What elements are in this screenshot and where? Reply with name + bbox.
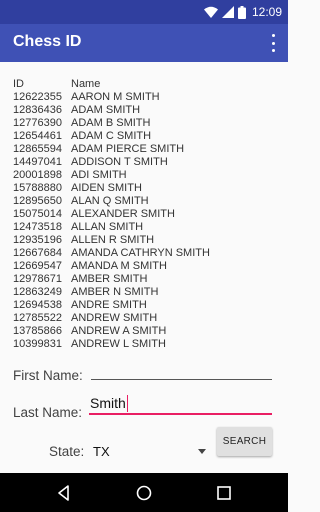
- recent-apps-icon[interactable]: [215, 484, 233, 502]
- last-name-input[interactable]: Smith: [89, 394, 272, 415]
- first-name-input[interactable]: [91, 364, 272, 380]
- result-id: 13785866: [13, 325, 62, 337]
- result-name: ALLEN R SMITH: [71, 234, 155, 246]
- first-name-label: First Name:: [13, 368, 83, 383]
- result-row[interactable]: 12863249 AMBER N SMITH: [13, 286, 275, 299]
- result-id: 12776390: [13, 117, 62, 129]
- result-row[interactable]: 12836436 ADAM SMITH: [13, 104, 275, 117]
- result-id: 12473518: [13, 221, 62, 233]
- result-id: 10399831: [13, 338, 62, 349]
- result-name: ADDISON T SMITH: [71, 156, 168, 168]
- results-list[interactable]: ID Name 12622355 AARON M SMITH 12836436 ADA…: [13, 78, 275, 349]
- result-id: 12863249: [13, 286, 62, 298]
- app-title: Chess ID: [13, 33, 82, 50]
- result-row[interactable]: 12978671 AMBER SMITH: [13, 273, 275, 286]
- text-cursor: [126, 395, 129, 412]
- result-name: ALLAN SMITH: [71, 221, 144, 233]
- result-id: 14497041: [13, 156, 62, 168]
- result-name: AMANDA M SMITH: [71, 260, 167, 272]
- result-id: 12935196: [13, 234, 62, 246]
- result-id: 12622355: [13, 91, 62, 103]
- app-bar: Chess ID: [0, 24, 288, 62]
- result-row[interactable]: 13785866 ANDREW A SMITH: [13, 325, 275, 338]
- result-row[interactable]: 12935196 ALLEN R SMITH: [13, 234, 275, 247]
- result-id: 12667684: [13, 247, 62, 259]
- result-name: AIDEN SMITH: [71, 182, 142, 194]
- result-name: ANDREW SMITH: [71, 312, 158, 324]
- result-id: 20001898: [13, 169, 62, 181]
- status-time: 12:09: [251, 5, 282, 19]
- result-name: ALEXANDER SMITH: [71, 208, 175, 220]
- result-row[interactable]: 12895650 ALAN Q SMITH: [13, 195, 275, 208]
- result-id: 12654461: [13, 130, 62, 142]
- status-icons: 12:09: [203, 4, 282, 20]
- result-row[interactable]: 12694538 ANDRE SMITH: [13, 299, 275, 312]
- result-row[interactable]: 12667684 AMANDA CATHRYN SMITH: [13, 247, 275, 260]
- column-header-name: Name: [71, 78, 101, 90]
- result-row[interactable]: 12622355 AARON M SMITH: [13, 91, 275, 104]
- result-name: ALAN Q SMITH: [71, 195, 149, 207]
- result-id: 15075014: [13, 208, 62, 220]
- last-name-value: Smith: [90, 395, 126, 411]
- last-name-label: Last Name:: [13, 405, 83, 420]
- result-row[interactable]: 20001898 ADI SMITH: [13, 169, 275, 182]
- result-id: 12865594: [13, 143, 62, 155]
- result-row[interactable]: 15075014 ALEXANDER SMITH: [13, 208, 275, 221]
- wifi-icon: [203, 6, 218, 18]
- result-name: AMBER SMITH: [71, 273, 148, 285]
- result-row[interactable]: 12865594 ADAM PIERCE SMITH: [13, 143, 275, 156]
- result-name: ADAM PIERCE SMITH: [71, 143, 185, 155]
- state-label: State:: [49, 444, 85, 459]
- results-rows: 12622355 AARON M SMITH 12836436 ADAM SMITH 1…: [13, 91, 275, 349]
- result-name: AMANDA CATHRYN SMITH: [71, 247, 210, 259]
- result-id: 12895650: [13, 195, 62, 207]
- result-id: 12978671: [13, 273, 62, 285]
- column-header-id: ID: [13, 78, 24, 90]
- result-name: ADI SMITH: [71, 169, 127, 181]
- search-button[interactable]: SEARCH: [217, 427, 272, 456]
- result-id: 15788880: [13, 182, 62, 194]
- more-vert-icon[interactable]: [268, 34, 278, 52]
- results-header: ID Name: [13, 78, 275, 91]
- result-name: AARON M SMITH: [71, 91, 160, 103]
- battery-icon: [237, 5, 246, 19]
- result-name: ANDREW A SMITH: [71, 325, 167, 337]
- result-row[interactable]: 15788880 AIDEN SMITH: [13, 182, 275, 195]
- dropdown-arrow-icon: [198, 449, 206, 454]
- result-row[interactable]: 10399831 ANDREW L SMITH: [13, 338, 275, 349]
- result-row[interactable]: 12669547 AMANDA M SMITH: [13, 260, 275, 273]
- result-name: ADAM SMITH: [71, 104, 141, 116]
- status-bar: 12:09: [0, 0, 288, 24]
- result-row[interactable]: 12473518 ALLAN SMITH: [13, 221, 275, 234]
- result-name: ADAM B SMITH: [71, 117, 151, 129]
- state-dropdown[interactable]: TX: [93, 443, 210, 461]
- result-id: 12836436: [13, 104, 62, 116]
- signal-icon: [221, 6, 234, 18]
- result-row[interactable]: 12785522 ANDREW SMITH: [13, 312, 275, 325]
- result-name: ADAM C SMITH: [71, 130, 152, 142]
- result-id: 12669547: [13, 260, 62, 272]
- result-id: 12785522: [13, 312, 62, 324]
- result-id: 12694538: [13, 299, 62, 311]
- home-icon[interactable]: [135, 484, 153, 502]
- result-name: ANDRE SMITH: [71, 299, 147, 311]
- state-selected-value: TX: [93, 444, 110, 459]
- result-row[interactable]: 14497041 ADDISON T SMITH: [13, 156, 275, 169]
- result-name: ANDREW L SMITH: [71, 338, 166, 349]
- back-icon[interactable]: [55, 484, 73, 502]
- result-row[interactable]: 12776390 ADAM B SMITH: [13, 117, 275, 130]
- navigation-bar: [0, 473, 288, 512]
- result-row[interactable]: 12654461 ADAM C SMITH: [13, 130, 275, 143]
- result-name: AMBER N SMITH: [71, 286, 159, 298]
